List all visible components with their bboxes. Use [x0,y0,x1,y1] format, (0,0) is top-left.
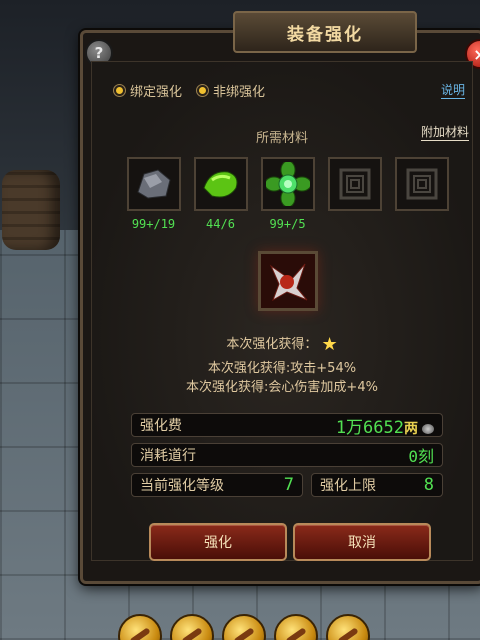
enhance-fee-row: 强化费 1万6652两 [131,413,443,438]
material-slot[interactable]: 44/6 [193,157,248,231]
empty-slot-icon[interactable] [327,157,382,211]
skill-slot-icon[interactable] [274,614,318,640]
skill-slot-icon[interactable] [222,614,266,640]
level-limit-value: 8 [423,475,434,495]
explain-link[interactable]: 说明 [440,81,465,99]
gain-summary-label: 本次强化获得： [226,337,318,352]
material-slot[interactable]: 99+/5 [260,157,315,231]
enhance-fee-label: 强化费 [140,418,182,434]
bound-enhance-label: 绑定强化 [130,85,183,100]
current-level-row: 当前强化等级 7 [131,473,303,497]
gain-summary-line: 本次强化获得： ★ [83,333,480,355]
skill-slot-icon[interactable] [118,614,162,640]
enhance-mode-options: 绑定强化 非绑强化 [113,81,265,100]
title-plate: 装备强化 [233,11,417,53]
star-icon: ★ [321,334,338,355]
equipment-icon[interactable] [258,251,318,311]
level-limit-label: 强化上限 [320,478,376,494]
cancel-button[interactable]: 取消 [293,523,431,561]
enhance-button[interactable]: 强化 [149,523,287,561]
currency-unit: 两 [404,420,418,437]
enhance-fee-value: 1万6652 [335,417,404,438]
empty-slot-icon[interactable] [394,157,449,211]
consume-label: 消耗道行 [140,448,196,464]
barrel-prop [2,170,60,250]
skill-slot-icon[interactable] [326,614,370,640]
unbound-enhance-option[interactable]: 非绑强化 [196,81,265,100]
radio-icon[interactable] [196,84,210,97]
material-slot[interactable] [327,157,382,231]
coin-icon [422,423,434,434]
gain-crit-line: 本次强化获得:会心伤害加成+4% [186,380,378,395]
equipment-enhance-dialog: 装备强化 ? × 绑定强化 非绑强化 说明 所需材料 附加材料 99+/19 4… [80,11,480,584]
current-level-value: 7 [283,475,294,495]
materials-list: 99+/19 44/6 99+/5 [126,157,449,231]
material-count: 44/6 [206,217,235,231]
material-slot[interactable] [394,157,449,231]
material-count: 99+/19 [131,217,176,231]
unbound-enhance-label: 非绑强化 [213,85,266,100]
extra-materials-link[interactable]: 附加材料 [420,123,469,141]
material-slot[interactable]: 99+/19 [126,157,181,231]
current-level-label: 当前强化等级 [140,478,224,494]
material-count: 99+/5 [269,217,306,231]
consume-row: 消耗道行 0刻 [131,443,443,467]
level-limit-row: 强化上限 8 [311,473,443,497]
ore-icon[interactable] [126,157,181,211]
green-flower-icon[interactable] [260,157,315,211]
green-crystal-icon[interactable] [193,157,248,211]
gain-attack-line: 本次强化获得:攻击+54% [207,361,357,376]
skill-slot-icon[interactable] [170,614,214,640]
bound-enhance-option[interactable]: 绑定强化 [113,81,182,100]
skill-bar [118,614,370,640]
dialog-title: 装备强化 [287,24,363,45]
radio-selected-icon[interactable] [113,84,126,97]
consume-value: 0刻 [408,447,434,466]
